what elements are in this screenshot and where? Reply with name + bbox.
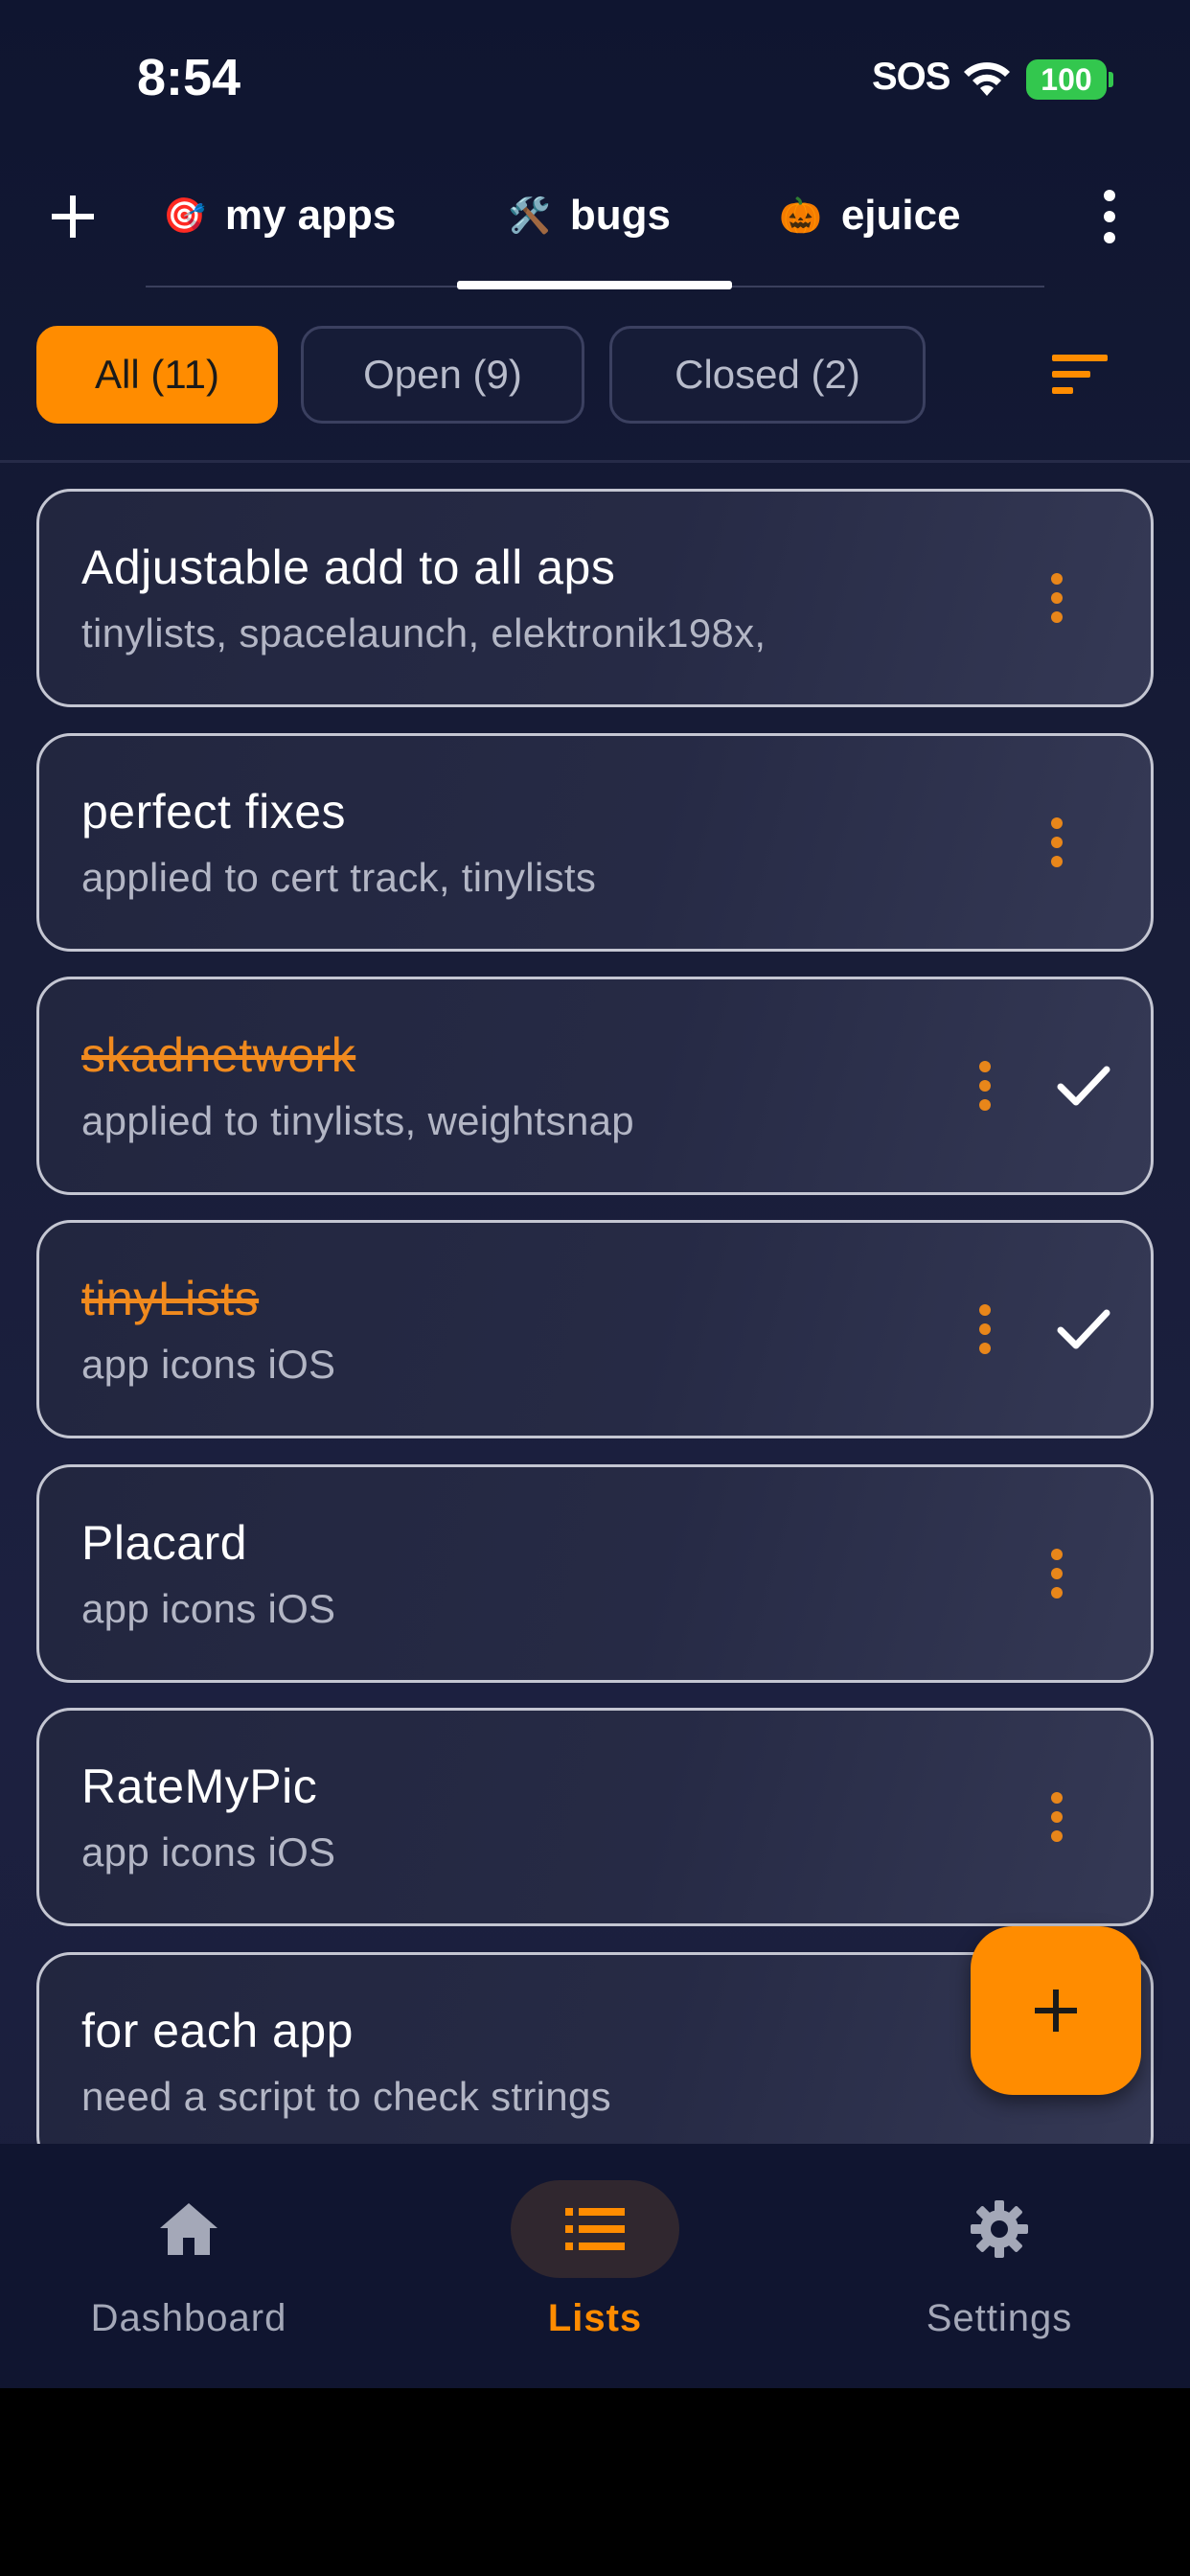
gear-icon	[971, 2200, 1028, 2258]
sort-icon[interactable]	[1050, 353, 1110, 397]
nav-lists[interactable]: Lists	[439, 2144, 726, 2388]
item-subtitle: app icons iOS	[81, 1342, 336, 1387]
item-title: for each app	[81, 2004, 354, 2058]
list-item[interactable]: skadnetwork applied to tinylists, weight…	[36, 977, 1154, 1195]
more-vert-icon[interactable]	[1049, 1548, 1064, 1599]
list-item[interactable]: perfect fixes applied to cert track, tin…	[36, 733, 1154, 952]
tab-label: ejuice	[840, 192, 961, 239]
tab-label: my apps	[224, 192, 397, 239]
list-item[interactable]: Adjustable add to all aps tinylists, spa…	[36, 489, 1154, 707]
battery-cap	[1109, 72, 1113, 87]
item-title: perfect fixes	[81, 785, 347, 839]
item-subtitle: applied to tinylists, weightsnap	[81, 1098, 634, 1143]
item-title: Placard	[81, 1516, 248, 1570]
target-icon: 🎯	[163, 196, 206, 235]
list-item[interactable]: Placard app icons iOS	[36, 1464, 1154, 1683]
wifi-icon	[964, 62, 1010, 96]
more-vert-icon[interactable]	[1049, 572, 1064, 624]
nav-icon-container	[104, 2180, 273, 2278]
filter-divider	[0, 460, 1190, 463]
item-subtitle: app icons iOS	[81, 1586, 336, 1631]
list-item[interactable]: tinyLists app icons iOS	[36, 1220, 1154, 1438]
list-icon	[565, 2208, 625, 2250]
nav-settings[interactable]: Settings	[843, 2144, 1131, 2388]
nav-dashboard[interactable]: Dashboard	[33, 2144, 320, 2388]
item-subtitle: tinylists, spacelaunch, elektronik198x,	[81, 610, 767, 656]
item-title: tinyLists	[81, 1272, 260, 1325]
list-item[interactable]: RateMyPic app icons iOS	[36, 1708, 1154, 1926]
tools-icon: 🛠️	[508, 196, 551, 235]
app-screen: 8:54 SOS 100 🎯 my apps 🛠️ bugs 🎃 ejuice …	[0, 0, 1190, 2388]
item-title: skadnetwork	[81, 1028, 356, 1082]
pumpkin-icon: 🎃	[779, 196, 822, 235]
more-vert-icon[interactable]	[1100, 188, 1119, 245]
filter-closed-chip[interactable]: Closed (2)	[609, 326, 926, 424]
item-subtitle: need a script to check strings	[81, 2074, 611, 2119]
check-icon[interactable]	[1057, 1064, 1110, 1108]
nav-label: Dashboard	[90, 2297, 287, 2339]
nav-label: Lists	[547, 2297, 643, 2339]
battery-icon: 100	[1026, 59, 1107, 100]
nav-icon-container	[511, 2180, 679, 2278]
more-vert-icon[interactable]	[1049, 816, 1064, 868]
tab-my-apps[interactable]: 🎯 my apps	[163, 182, 396, 249]
add-item-button[interactable]	[971, 1926, 1141, 2095]
item-subtitle: applied to cert track, tinylists	[81, 855, 597, 900]
home-icon	[160, 2203, 217, 2255]
nav-label: Settings	[926, 2297, 1073, 2339]
check-icon[interactable]	[1057, 1307, 1110, 1351]
item-subtitle: app icons iOS	[81, 1829, 336, 1874]
plus-icon	[1035, 1990, 1077, 2032]
nav-icon-container	[915, 2180, 1084, 2278]
filter-all-chip[interactable]: All (11)	[36, 326, 278, 424]
status-time: 8:54	[137, 49, 241, 106]
more-vert-icon[interactable]	[977, 1303, 993, 1355]
bottom-nav: Dashboard Lists Settings	[0, 2144, 1190, 2388]
tab-ejuice[interactable]: 🎃 ejuice	[779, 182, 961, 249]
bug-list[interactable]: Adjustable add to all aps tinylists, spa…	[0, 464, 1190, 2144]
tab-label: bugs	[569, 192, 671, 239]
item-title: Adjustable add to all aps	[81, 540, 616, 594]
more-vert-icon[interactable]	[1049, 1791, 1064, 1843]
tab-bugs[interactable]: 🛠️ bugs	[508, 182, 671, 249]
status-sos: SOS	[872, 56, 950, 98]
add-list-button[interactable]	[48, 192, 98, 242]
more-vert-icon[interactable]	[977, 1060, 993, 1112]
tab-indicator	[457, 281, 732, 289]
filter-open-chip[interactable]: Open (9)	[301, 326, 584, 424]
item-title: RateMyPic	[81, 1760, 318, 1813]
